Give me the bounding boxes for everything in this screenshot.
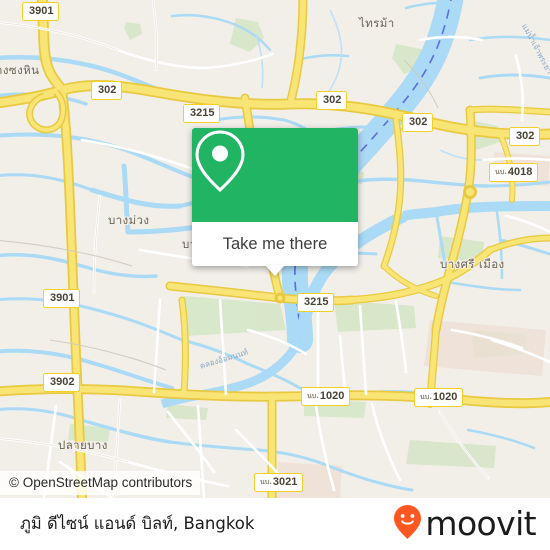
- callout-tail: [265, 265, 285, 276]
- shield-number: 3215: [304, 295, 329, 308]
- osm-attribution[interactable]: © OpenStreetMap contributors: [0, 471, 201, 495]
- shield-number: 302: [516, 129, 535, 142]
- callout-icon-area: [192, 128, 358, 222]
- shield-number: 1020: [432, 390, 458, 403]
- map-screenshot: างซงหิน ไทรม้า บางม่วง บางศรี เมือง ปลาย…: [0, 0, 550, 550]
- shield-prefix: นบ.: [495, 167, 507, 176]
- shield-number: 302: [98, 83, 117, 96]
- take-me-there-callout[interactable]: Take me there: [192, 128, 358, 276]
- road-shield-302-mid[interactable]: 302: [316, 91, 348, 110]
- road-shield-1020-left[interactable]: นบ.1020: [301, 387, 351, 406]
- shield-prefix: นบ.: [420, 392, 432, 401]
- road-shield-302-left[interactable]: 302: [91, 81, 123, 100]
- road-shield-1020-right[interactable]: นบ.1020: [414, 388, 464, 407]
- road-shield-3215-top[interactable]: 3215: [183, 104, 221, 123]
- road-shield-302-far[interactable]: 302: [509, 127, 541, 146]
- shield-number: 3901: [50, 291, 75, 304]
- footer-bar: ภูมิ ดีไซน์ แอนด์ บิลท์, Bangkok moovit: [0, 498, 550, 550]
- shield-number: 3021: [272, 475, 298, 488]
- place-title: ภูมิ ดีไซน์ แอนด์ บิลท์, Bangkok: [20, 514, 255, 533]
- shield-number: 302: [323, 93, 342, 106]
- road-shield-3901-top[interactable]: 3901: [22, 2, 60, 21]
- shield-prefix: นบ.: [307, 391, 319, 400]
- moovit-wordmark: moovit: [425, 503, 536, 543]
- shield-number: 4018: [507, 165, 533, 178]
- shield-number: 3901: [29, 4, 54, 17]
- road-shield-3021[interactable]: นบ.3021: [254, 473, 304, 492]
- road-shield-302-right[interactable]: 302: [402, 113, 434, 132]
- road-shield-3902-left[interactable]: 3902: [43, 373, 81, 392]
- shield-number: 3215: [190, 106, 215, 119]
- shield-prefix: นบ.: [260, 477, 272, 486]
- moovit-pin-icon: [393, 504, 422, 545]
- map-canvas[interactable]: างซงหิน ไทรม้า บางม่วง บางศรี เมือง ปลาย…: [0, 0, 550, 498]
- moovit-logo[interactable]: moovit: [393, 503, 537, 545]
- shield-number: 302: [409, 115, 428, 128]
- shield-number: 3902: [50, 375, 75, 388]
- road-shield-4018[interactable]: นบ.4018: [489, 163, 539, 182]
- take-me-there-label: Take me there: [222, 234, 328, 253]
- road-shield-3215-mid[interactable]: 3215: [297, 293, 335, 312]
- road-shield-3901-left[interactable]: 3901: [43, 289, 81, 308]
- shield-number: 1020: [319, 389, 345, 402]
- callout-label-area[interactable]: Take me there: [192, 222, 358, 276]
